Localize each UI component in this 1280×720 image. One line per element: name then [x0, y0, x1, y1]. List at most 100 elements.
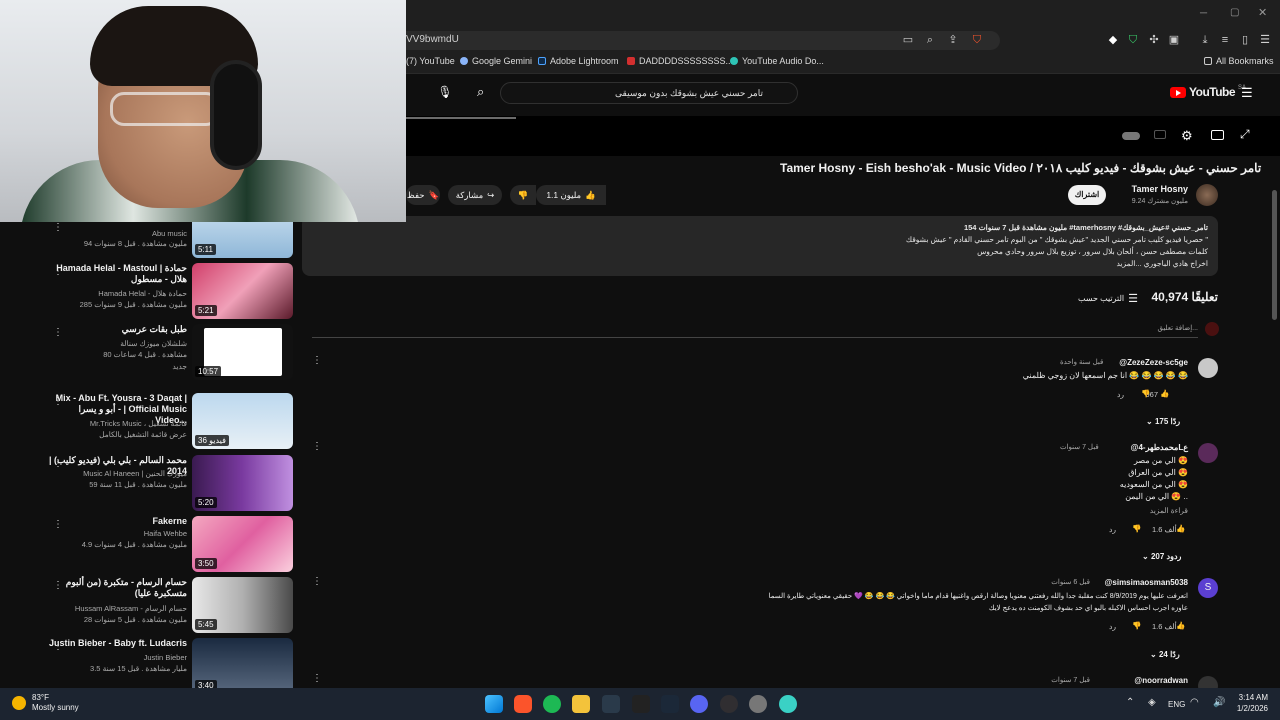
replies-toggle[interactable]: ⌄ 24 ردًا: [1150, 650, 1180, 659]
download-icon[interactable]: ⤓: [1198, 33, 1212, 47]
discord-icon[interactable]: [690, 695, 708, 713]
channel-name[interactable]: Abu music: [47, 229, 187, 238]
autoplay-toggle[interactable]: [1122, 132, 1140, 140]
description-box[interactable]: 154 مليون مشاهدة قبل 7 سنوات #tamerhosny…: [302, 216, 1218, 276]
settings-icon[interactable]: [749, 695, 767, 713]
bookmark-yt-audio[interactable]: YouTube Audio Do...: [730, 56, 824, 66]
video-title[interactable]: Justin Bieber - Baby ft. Ludacris: [47, 638, 187, 649]
video-thumbnail[interactable]: 5:45: [192, 577, 293, 633]
sidebar-video[interactable]: ⋮ 5:45 حسام الرسام - متكبرة (من ألبوم مت…: [40, 577, 295, 637]
comment-author[interactable]: @noorradwan: [1090, 676, 1188, 685]
comment-avatar[interactable]: [1198, 358, 1218, 378]
channel-name[interactable]: Mr.Tricks Music ، قائمة تشغيل: [47, 419, 187, 428]
settings-gear-icon[interactable]: ⚙: [1181, 128, 1193, 144]
search-icon[interactable]: ⌕: [477, 84, 484, 100]
video-thumbnail[interactable]: 10:57: [192, 324, 293, 380]
menu-icon[interactable]: ☰: [1258, 33, 1272, 47]
replies-toggle[interactable]: ⌄ 207 ردود: [1142, 552, 1181, 561]
start-icon[interactable]: [485, 695, 503, 713]
app-icon[interactable]: [779, 695, 797, 713]
comment-dislike-button[interactable]: 👎: [1132, 524, 1141, 533]
like-button[interactable]: 1.1 مليون 👍: [536, 185, 606, 205]
minimize-button[interactable]: ─: [1200, 8, 1207, 19]
wifi-icon[interactable]: ◠: [1190, 697, 1199, 708]
brave-shield-icon[interactable]: ⛉: [970, 33, 984, 47]
bookmark-youtube[interactable]: (7) YouTube: [406, 56, 455, 66]
subscribe-button[interactable]: اشتراك: [1068, 185, 1106, 205]
comment-menu-icon[interactable]: ⋮: [312, 673, 322, 684]
volume-icon[interactable]: 🔊: [1213, 697, 1225, 708]
search-input[interactable]: تامر حسني عيش بشوقك بدون موسيقى: [500, 82, 798, 104]
language-indicator[interactable]: ENG: [1168, 700, 1185, 709]
video-thumbnail[interactable]: 36 فيديو: [192, 393, 293, 449]
wallet-icon[interactable]: ▣: [1167, 33, 1181, 47]
comment-like-button[interactable]: 👍: [1160, 389, 1169, 398]
comment-reply-button[interactable]: رد: [1109, 622, 1116, 631]
comment-menu-icon[interactable]: ⋮: [312, 441, 322, 452]
video-thumbnail[interactable]: 3:50: [192, 516, 293, 572]
channel-name[interactable]: Hussam AlRassam - حسام الرسام: [47, 604, 187, 613]
comment-reply-button[interactable]: رد: [1109, 525, 1116, 534]
weather-widget[interactable]: 83°F Mostly sunny: [12, 693, 79, 713]
video-title[interactable]: Hamada Helal - Mastoul | حمادة هلال - مس…: [47, 263, 187, 285]
channel-name[interactable]: Music Al Haneen | ميوزك الحنين: [47, 469, 187, 478]
epic-games-icon[interactable]: [632, 695, 650, 713]
comment-like-button[interactable]: 👍: [1176, 621, 1185, 630]
zoom-icon[interactable]: ⌕: [923, 33, 937, 47]
dislike-button[interactable]: 👎: [510, 185, 536, 205]
comment-author[interactable]: @simsimaosman5038: [1090, 578, 1188, 587]
bookmark-lightroom[interactable]: Adobe Lightroom: [538, 56, 619, 66]
channel-name[interactable]: شلشلان ميوزك سنالة: [47, 339, 187, 348]
davinci-resolve-icon[interactable]: [602, 695, 620, 713]
video-thumbnail[interactable]: 5:20: [192, 455, 293, 511]
sidebar-video[interactable]: ⋮ 3:50 Fakerne Haifa Wehbe 4.9 مليون مشا…: [40, 516, 295, 576]
channel-avatar[interactable]: [1196, 184, 1218, 206]
mic-icon[interactable]: 🎙: [437, 85, 453, 101]
channel-name[interactable]: Hamada Helal - حمادة هلال: [47, 289, 187, 298]
comment-like-button[interactable]: 👍: [1176, 524, 1185, 533]
file-explorer-icon[interactable]: [572, 695, 590, 713]
close-window-button[interactable]: ✕: [1258, 6, 1267, 19]
page-scrollbar[interactable]: [1272, 190, 1277, 320]
read-more-link[interactable]: قراءة المزيد: [1100, 506, 1188, 515]
youtube-logo[interactable]: YouTube SA: [1170, 85, 1246, 99]
sidebar-video[interactable]: ⋮ 5:21 Hamada Helal - Mastoul | حمادة هل…: [40, 263, 295, 323]
view-playlist-link[interactable]: عرض قائمة التشغيل بالكامل: [47, 430, 187, 439]
comment-reply-button[interactable]: رد: [1117, 390, 1124, 399]
tray-app-icon[interactable]: ◈: [1148, 697, 1156, 708]
save-button[interactable]: حفظ 🔖: [406, 185, 440, 205]
clock[interactable]: 3:14 AM 1/2/2026: [1228, 692, 1268, 714]
cast-icon[interactable]: ▭: [901, 33, 915, 47]
sidebar-playlist[interactable]: ⋮ 36 فيديو Mix - Abu Ft. Yousra - 3 Daqa…: [40, 393, 295, 453]
vpn-shield-icon[interactable]: ⛉: [1126, 33, 1140, 47]
guide-menu-icon[interactable]: ☰: [1241, 85, 1253, 101]
sidebar-video[interactable]: ⋮ 3:40 Justin Bieber - Baby ft. Ludacris…: [40, 638, 295, 688]
extension-diamond-icon[interactable]: ◆: [1106, 33, 1120, 47]
video-thumbnail[interactable]: 3:40: [192, 638, 293, 688]
miniplayer-icon[interactable]: [1211, 130, 1224, 140]
bookmark-gemini[interactable]: Google Gemini: [460, 56, 532, 66]
brave-browser-icon[interactable]: [514, 695, 532, 713]
subtitles-icon[interactable]: [1154, 130, 1166, 139]
sidebar-toggle-icon[interactable]: ▯: [1238, 33, 1252, 47]
tray-chevron-icon[interactable]: ⌃: [1126, 697, 1134, 708]
video-title[interactable]: طبل بقات عرسي: [47, 324, 187, 335]
comment-avatar[interactable]: [1198, 443, 1218, 463]
replies-toggle[interactable]: ⌄ 175 ردًا: [1146, 417, 1180, 426]
video-thumbnail[interactable]: 5:21: [192, 263, 293, 319]
share-icon[interactable]: ⇪: [946, 33, 960, 47]
maximize-button[interactable]: ▢: [1230, 7, 1239, 18]
all-bookmarks[interactable]: All Bookmarks: [1204, 56, 1274, 66]
fullscreen-icon[interactable]: ⤢: [1240, 127, 1250, 142]
sidebar-video[interactable]: ⋮ 5:20 محمد السالم - بلي بلي (فيديو كليب…: [40, 455, 295, 515]
share-button[interactable]: مشاركة ↪: [448, 185, 502, 205]
channel-name[interactable]: Haifa Wehbe: [47, 529, 187, 538]
sidebar-video[interactable]: ⋮ 10:57 طبل بقات عرسي شلشلان ميوزك سنالة…: [40, 324, 295, 384]
extensions-puzzle-icon[interactable]: ✣: [1147, 33, 1161, 47]
obs-icon[interactable]: [720, 695, 738, 713]
video-title[interactable]: حسام الرسام - متكبرة (من ألبوم متسكبرة ع…: [47, 577, 187, 599]
add-comment-input[interactable]: إضافة تعليق...: [312, 324, 1198, 338]
channel-name[interactable]: Justin Bieber: [47, 653, 187, 662]
comment-menu-icon[interactable]: ⋮: [312, 576, 322, 587]
comment-dislike-button[interactable]: 👎: [1141, 389, 1150, 398]
